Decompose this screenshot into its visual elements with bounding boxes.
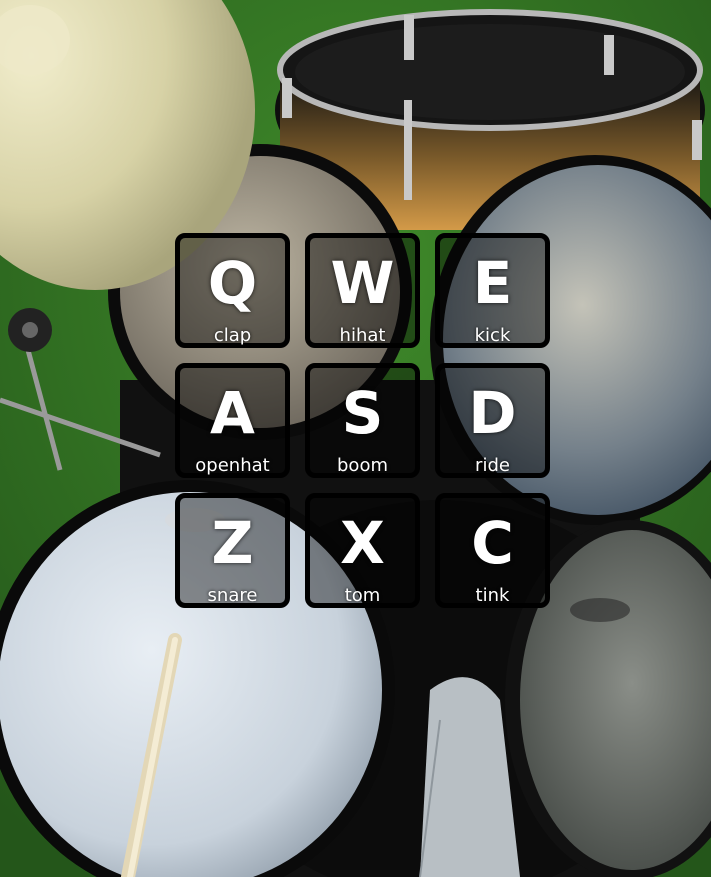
drum-pad-ride[interactable]: D ride [435, 363, 550, 478]
pad-key-label: W [330, 249, 395, 317]
pad-key-label: E [472, 249, 513, 317]
pad-sound-label: hihat [339, 325, 386, 346]
pad-sound-label: boom [337, 455, 388, 476]
pad-sound-label: snare [207, 585, 258, 606]
drum-pad-hihat[interactable]: W hihat [305, 233, 420, 348]
pad-sound-label: openhat [195, 455, 270, 476]
pad-key-label: S [341, 379, 384, 447]
pad-key-label: C [471, 509, 514, 577]
pad-sound-label: tink [475, 585, 510, 606]
drum-pad-openhat[interactable]: A openhat [175, 363, 290, 478]
drum-pad-kick[interactable]: E kick [435, 233, 550, 348]
drum-pad-snare[interactable]: Z snare [175, 493, 290, 608]
drum-pad-tink[interactable]: C tink [435, 493, 550, 608]
pad-sound-label: ride [475, 455, 510, 476]
pad-key-label: X [340, 509, 385, 577]
pad-sound-label: clap [213, 325, 252, 346]
drum-pad-clap[interactable]: Q clap [175, 233, 290, 348]
drum-pad-boom[interactable]: S boom [305, 363, 420, 478]
pad-sound-label: kick [474, 325, 511, 346]
drum-pad-grid: Q clap W hihat E kick A openhat S boom D… [175, 233, 556, 613]
pad-sound-label: tom [344, 585, 381, 606]
pad-key-label: Z [211, 509, 254, 577]
pad-key-label: Q [207, 249, 258, 317]
pad-key-label: A [210, 379, 255, 447]
pad-key-label: D [468, 379, 517, 447]
drum-kit-app: Q clap W hihat E kick A openhat S boom D… [0, 0, 711, 877]
drum-pad-tom[interactable]: X tom [305, 493, 420, 608]
